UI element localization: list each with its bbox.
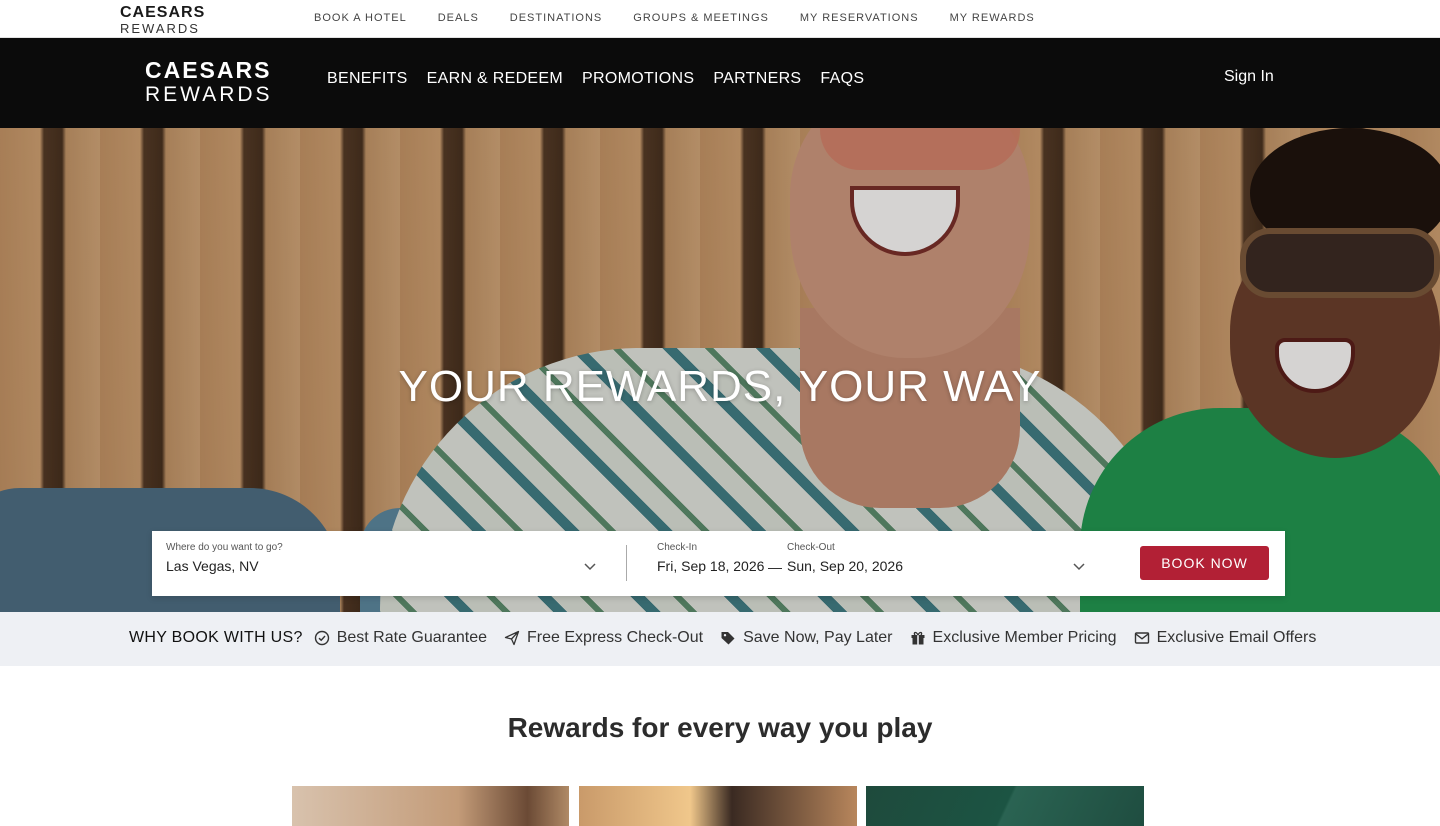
paper-plane-icon xyxy=(504,630,520,646)
sign-in-link[interactable]: Sign In xyxy=(1224,68,1274,86)
utility-nav-book-a-hotel[interactable]: BOOK A HOTEL xyxy=(314,12,407,24)
caesars-rewards-logo[interactable]: CAESARS REWARDS xyxy=(145,57,273,106)
why-book-list: WHY BOOK WITH US? Best Rate Guarantee Fr… xyxy=(129,629,1333,647)
reward-card-image[interactable] xyxy=(866,786,1144,826)
chevron-down-icon[interactable] xyxy=(583,560,597,574)
why-item-label: Save Now, Pay Later xyxy=(743,629,893,646)
nav-earn-redeem[interactable]: EARN & REDEEM xyxy=(427,70,563,88)
booking-widget: Where do you want to go? Las Vegas, NV C… xyxy=(152,531,1285,596)
tag-icon xyxy=(721,632,735,645)
main-nav: BENEFITS EARN & REDEEM PROMOTIONS PARTNE… xyxy=(327,70,883,88)
utility-bar: CAESARS REWARDS BOOK A HOTEL DEALS DESTI… xyxy=(0,0,1440,38)
booking-divider xyxy=(626,545,627,581)
why-item-best-rate: Best Rate Guarantee xyxy=(314,629,487,647)
checkout-value: Sun, Sep 20, 2026 xyxy=(787,558,903,574)
hero-title: YOUR REWARDS, YOUR WAY xyxy=(398,362,1042,411)
gift-icon xyxy=(911,631,925,645)
date-separator: — xyxy=(768,559,782,575)
utility-nav-deals[interactable]: DEALS xyxy=(438,12,479,24)
utility-logo[interactable]: CAESARS REWARDS xyxy=(120,4,206,36)
utility-nav-my-rewards[interactable]: MY REWARDS xyxy=(950,12,1035,24)
why-book-title: WHY BOOK WITH US? xyxy=(129,629,303,646)
checkin-label: Check-In xyxy=(657,542,698,553)
why-item-label: Exclusive Email Offers xyxy=(1156,629,1317,646)
destination-value: Las Vegas, NV xyxy=(166,558,259,574)
logo-line1: CAESARS xyxy=(145,57,272,83)
nav-partners[interactable]: PARTNERS xyxy=(713,70,801,88)
dates-chevron-down-icon[interactable] xyxy=(1072,560,1086,574)
why-item-express-checkout: Free Express Check-Out xyxy=(504,629,703,647)
why-book-bar: WHY BOOK WITH US? Best Rate Guarantee Fr… xyxy=(0,612,1440,666)
envelope-icon xyxy=(1134,632,1149,644)
why-item-member-pricing: Exclusive Member Pricing xyxy=(910,629,1117,647)
destination-select[interactable]: Where do you want to go? Las Vegas, NV xyxy=(166,542,606,586)
destination-label: Where do you want to go? xyxy=(166,542,283,553)
why-item-label: Free Express Check-Out xyxy=(527,629,704,646)
book-now-button[interactable]: BOOK NOW xyxy=(1140,546,1269,580)
checkout-label: Check-Out xyxy=(787,542,835,553)
why-item-pay-later: Save Now, Pay Later xyxy=(720,629,893,647)
why-item-label: Best Rate Guarantee xyxy=(336,629,488,646)
utility-nav: BOOK A HOTEL DEALS DESTINATIONS GROUPS &… xyxy=(314,12,1066,24)
checkout-date-field[interactable]: Check-Out Sun, Sep 20, 2026 xyxy=(787,542,903,574)
section-title: Rewards for every way you play xyxy=(507,712,933,743)
why-item-label: Exclusive Member Pricing xyxy=(932,629,1117,646)
main-header: CAESARS REWARDS BENEFITS EARN & REDEEM P… xyxy=(0,38,1440,128)
reward-card-image[interactable] xyxy=(292,786,569,826)
reward-card-image[interactable] xyxy=(579,786,857,826)
why-item-email-offers: Exclusive Email Offers xyxy=(1134,629,1317,647)
checkin-value: Fri, Sep 18, 2026 xyxy=(657,558,765,574)
nav-faqs[interactable]: FAQS xyxy=(820,70,864,88)
utility-nav-my-reservations[interactable]: MY RESERVATIONS xyxy=(800,12,919,24)
utility-logo-line2: REWARDS xyxy=(120,21,200,36)
utility-nav-groups-meetings[interactable]: GROUPS & MEETINGS xyxy=(633,12,769,24)
utility-nav-destinations[interactable]: DESTINATIONS xyxy=(510,12,602,24)
nav-benefits[interactable]: BENEFITS xyxy=(327,70,408,88)
check-circle-icon xyxy=(314,630,329,646)
utility-logo-line1: CAESARS xyxy=(120,4,206,21)
nav-promotions[interactable]: PROMOTIONS xyxy=(582,70,694,88)
checkin-date-field[interactable]: Check-In Fri, Sep 18, 2026 xyxy=(657,542,764,574)
logo-line2: REWARDS xyxy=(145,83,273,106)
